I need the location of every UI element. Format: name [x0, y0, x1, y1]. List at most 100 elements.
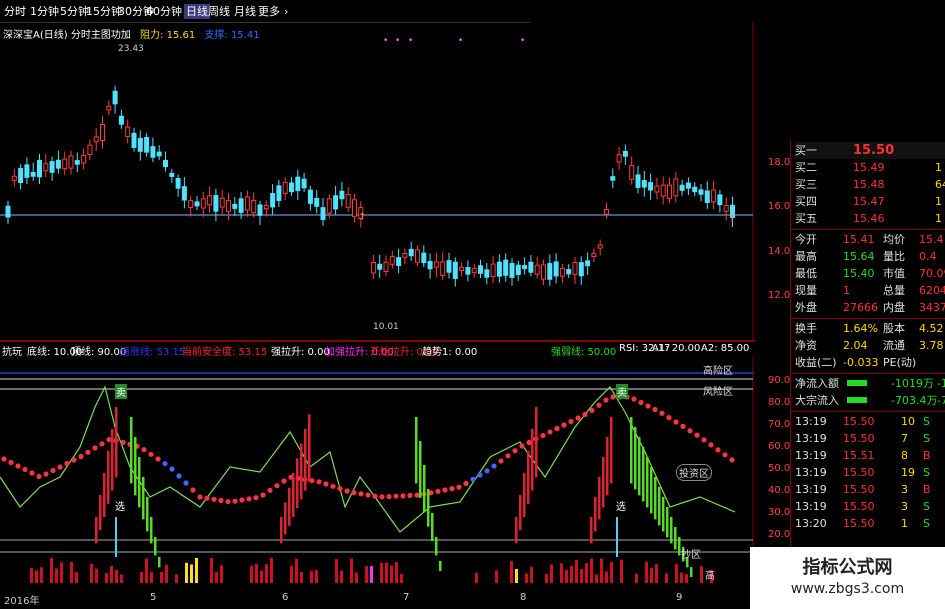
trend-bar: [134, 437, 137, 496]
divider: [791, 318, 945, 319]
candle-body: [478, 265, 483, 274]
trend-bar: [662, 497, 665, 532]
trend-bar: [610, 417, 613, 484]
candle-body: [112, 90, 118, 105]
candle-body: [503, 259, 509, 276]
safety-dot: [162, 461, 168, 467]
candle-body: [345, 193, 351, 208]
signal-dot: •: [408, 36, 413, 46]
trade-price: 15.50: [843, 415, 875, 428]
period-tab-1[interactable]: 1分钟: [30, 4, 59, 19]
trend-bar: [280, 517, 283, 544]
stat-row: 收益(二) -0.033 PE(动): [795, 354, 945, 371]
candle-body: [452, 261, 458, 280]
candle-body: [578, 262, 584, 277]
trade-volume: 3: [901, 500, 908, 513]
candle-body: [87, 144, 93, 155]
trend-bar: [288, 487, 291, 526]
stat-row: 换手 1.64% 股本 4.52: [795, 320, 945, 337]
trade-side: S: [923, 500, 930, 513]
volume-bar: [140, 571, 143, 583]
trend-bar: [658, 487, 661, 526]
bid-label: 买五: [795, 212, 817, 225]
safety-dot: [148, 451, 154, 457]
volume-bar: [70, 561, 73, 583]
site-watermark: 指标公式网 www.zbgs3.com: [750, 547, 945, 609]
bid-price: 15.47: [853, 195, 885, 208]
candle-body: [459, 266, 465, 271]
bid-label: 买一: [795, 144, 817, 157]
candle-body: [131, 132, 137, 148]
safety-dot: [491, 463, 497, 469]
trend-bar: [690, 567, 693, 577]
safety-dot: [190, 487, 196, 493]
main-candlestick-chart[interactable]: • • • • • ↑ ↑: [0, 22, 755, 340]
period-tab-6[interactable]: 日线: [184, 4, 210, 19]
safety-dot: [36, 473, 42, 480]
candle-body: [207, 195, 213, 206]
candle-body: [490, 263, 496, 277]
trend-bar: [415, 417, 418, 484]
bid-label: 买二: [795, 161, 817, 174]
stat-label: 净资: [795, 339, 817, 352]
candle-body: [421, 252, 427, 264]
period-tab-0[interactable]: 分时: [4, 4, 26, 19]
indicator-value-4: 当前安全度: 53.15: [182, 347, 268, 358]
safety-dot: [526, 439, 532, 446]
candle-body: [415, 249, 420, 263]
flow-label: 净流入额: [795, 377, 839, 390]
trend-bar: [292, 473, 295, 517]
indicator-value-3: 追涨线: 53.15: [120, 347, 186, 358]
safety-dot: [64, 460, 70, 467]
indicator-chart[interactable]: [0, 357, 755, 597]
trend-bar: [107, 451, 110, 504]
peak-price-label: 23.43: [118, 44, 144, 54]
period-tab-8[interactable]: 月线: [234, 4, 256, 19]
trend-bar: [284, 502, 287, 535]
candle-body: [144, 136, 150, 153]
period-tab-3[interactable]: 15分钟: [86, 4, 122, 19]
high-risk-zone-label: 高险区: [703, 366, 733, 377]
candle-body: [723, 205, 729, 212]
trade-volume: 8: [901, 449, 908, 462]
volume-bar: [530, 566, 533, 583]
period-tab-5[interactable]: 60分钟: [146, 4, 182, 19]
safety-dot: [652, 406, 658, 413]
volume-bar: [95, 568, 98, 583]
volume-bar: [495, 570, 498, 583]
volume-bar: [355, 572, 358, 583]
trade-side: B: [923, 483, 931, 496]
safety-dot: [1, 456, 7, 462]
candle-body: [282, 181, 288, 194]
safety-dot: [43, 471, 49, 477]
bid-price: 15.46: [853, 212, 885, 225]
bid-price: 15.48: [853, 178, 885, 191]
trade-row: 13:19 15.50 7 S: [795, 430, 945, 447]
volume-bar: [160, 571, 163, 583]
volume-bar: [190, 564, 193, 583]
candle-body: [352, 199, 357, 217]
chevron-right-icon[interactable]: ›: [284, 4, 288, 19]
candle-body: [226, 200, 231, 212]
safety-dot: [351, 490, 357, 496]
trend-bar: [634, 427, 637, 490]
trend-bar: [527, 451, 530, 504]
volume-bar: [90, 563, 93, 583]
safety-dot: [197, 494, 203, 500]
safety-dot: [512, 448, 518, 454]
period-tab-2[interactable]: 5分钟: [60, 4, 89, 19]
quote-panel: 买一15.50买二15.491买三15.4864买四15.471买五15.461…: [790, 140, 945, 609]
volume-bar: [350, 558, 353, 583]
safety-dot: [15, 463, 21, 469]
volume-bar: [515, 568, 518, 583]
period-tab-9[interactable]: 更多: [258, 4, 280, 19]
volume-bar: [30, 568, 33, 583]
candle-body: [49, 161, 55, 173]
stat-row: 净资 2.04 流通 3.78: [795, 337, 945, 354]
safety-dot: [169, 466, 175, 472]
trend-bar: [427, 489, 430, 527]
safety-dot: [442, 487, 448, 493]
volume-bar: [675, 564, 678, 583]
trend-bar: [650, 467, 653, 514]
period-tab-7[interactable]: 周线: [208, 4, 230, 19]
